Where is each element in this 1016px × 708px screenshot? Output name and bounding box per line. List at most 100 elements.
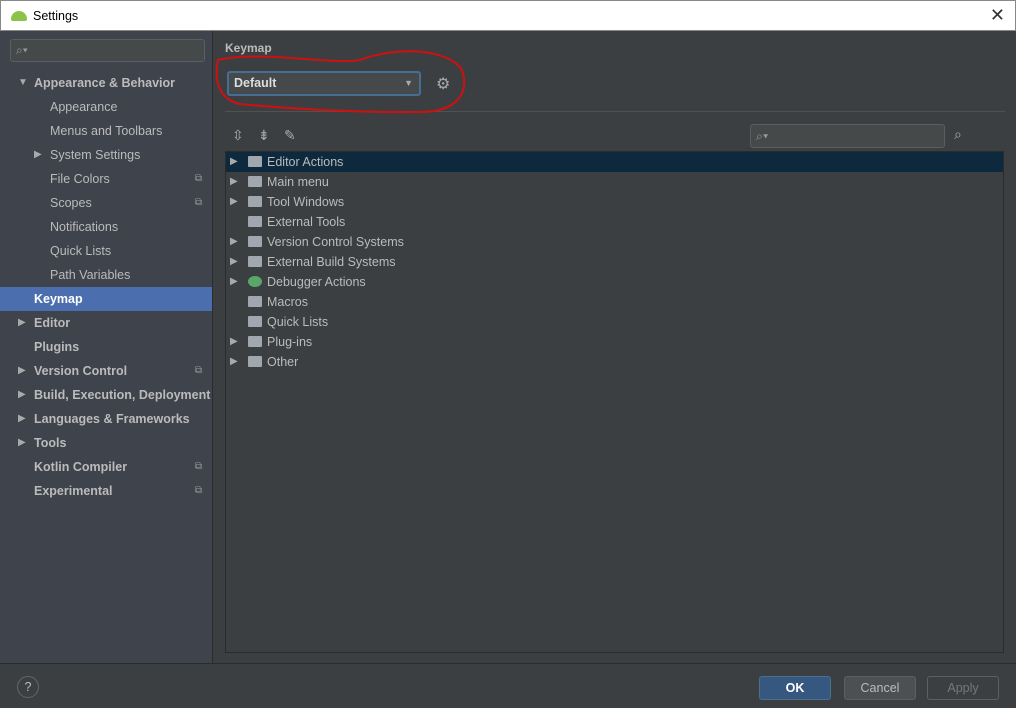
android-logo-icon [11, 10, 27, 21]
tree-row-label: Tool Windows [267, 195, 345, 209]
help-button[interactable]: ? [17, 676, 39, 698]
sidebar-item[interactable]: File Colors ⧉ [0, 167, 212, 191]
tree-row-label: Other [267, 355, 299, 369]
tree-row[interactable]: ▶ Editor Actions [226, 152, 1003, 172]
gear-icon[interactable]: ⚙ [436, 74, 450, 94]
chevron-right-icon[interactable]: ▶ [18, 311, 26, 335]
chevron-right-icon[interactable]: ▶ [230, 332, 238, 352]
tree-row-label: External Tools [267, 215, 346, 229]
folder-icon [248, 156, 262, 167]
sidebar-item-label: Scopes [50, 196, 92, 210]
tree-row-label: Debugger Actions [267, 275, 366, 289]
sidebar-item-label: Build, Execution, Deployment [34, 388, 211, 402]
chevron-right-icon[interactable]: ▶ [18, 359, 26, 383]
tree-row[interactable]: ▶ Plug-ins [226, 332, 1003, 352]
project-scope-icon: ⧉ [194, 485, 202, 496]
sidebar-item[interactable]: ▶ Version Control ⧉ [0, 359, 212, 383]
chevron-right-icon[interactable]: ▶ [230, 152, 238, 172]
chevron-down-icon[interactable]: ▼ [18, 71, 28, 95]
chevron-right-icon[interactable]: ▶ [34, 143, 42, 167]
cancel-button[interactable]: Cancel [844, 676, 916, 700]
folder-icon [248, 176, 262, 187]
project-scope-icon: ⧉ [194, 197, 202, 208]
keymap-select[interactable]: Default ▼ [227, 71, 421, 96]
find-by-shortcut-icon[interactable]: ⌕ [954, 126, 962, 143]
settings-tree: ▼ Appearance & Behavior Appearance Menus an… [0, 71, 212, 503]
sidebar-item[interactable]: ▶ System Settings [0, 143, 212, 167]
tree-row[interactable]: ▶ Other [226, 352, 1003, 372]
chevron-down-icon: ▼ [404, 78, 413, 88]
divider [225, 111, 1005, 112]
chevron-right-icon[interactable]: ▶ [230, 192, 238, 212]
expand-all-icon[interactable]: ⇳ [232, 127, 244, 144]
sidebar-item-label: System Settings [50, 148, 141, 162]
sidebar-item-label: Tools [34, 436, 67, 450]
search-icon: ⌕▾ [16, 43, 28, 57]
edit-pencil-icon[interactable]: ✎ [284, 127, 296, 144]
chevron-right-icon[interactable]: ▶ [230, 172, 238, 192]
sidebar-item-label: Editor [34, 316, 71, 330]
sidebar-item[interactable]: ▶ Editor [0, 311, 212, 335]
ok-button[interactable]: OK [759, 676, 831, 700]
collapse-all-icon[interactable]: ⇟ [258, 127, 270, 144]
sidebar-item-label: Kotlin Compiler [34, 460, 128, 474]
sidebar-item[interactable]: ▼ Appearance & Behavior [0, 71, 212, 95]
chevron-right-icon[interactable]: ▶ [230, 232, 238, 252]
sidebar-item-label: Menus and Toolbars [50, 124, 163, 138]
tree-row[interactable]: ▶ Debugger Actions [226, 272, 1003, 292]
chevron-right-icon[interactable]: ▶ [18, 383, 26, 407]
tree-row[interactable]: ▶ Tool Windows [226, 192, 1003, 212]
sidebar-item-label: Notifications [50, 220, 119, 234]
project-scope-icon: ⧉ [194, 365, 202, 376]
sidebar-item[interactable]: Plugins [0, 335, 212, 359]
sidebar-item[interactable]: Appearance [0, 95, 212, 119]
sidebar-item[interactable]: ▶ Tools [0, 431, 212, 455]
sidebar-item[interactable]: Experimental ⧉ [0, 479, 212, 503]
sidebar-item[interactable]: Quick Lists [0, 239, 212, 263]
chevron-right-icon[interactable]: ▶ [230, 272, 238, 292]
sidebar-item[interactable]: ▶ Languages & Frameworks [0, 407, 212, 431]
chevron-right-icon[interactable]: ▶ [230, 252, 238, 272]
chevron-right-icon[interactable]: ▶ [18, 431, 26, 455]
tree-row[interactable]: Macros [226, 292, 1003, 312]
bug-icon [248, 276, 262, 287]
sidebar-item-label: Version Control [34, 364, 128, 378]
page-title: Keymap [225, 41, 272, 55]
folder-icon [248, 296, 262, 307]
folder-icon [248, 236, 262, 247]
sidebar-item[interactable]: ▶ Build, Execution, Deployment [0, 383, 212, 407]
tree-row[interactable]: ▶ Main menu [226, 172, 1003, 192]
folder-icon [248, 256, 262, 267]
sidebar-item-label: Experimental [34, 484, 113, 498]
sidebar-item[interactable]: Keymap [0, 287, 212, 311]
keymap-select-value: Default [234, 76, 277, 90]
sidebar-item[interactable]: Menus and Toolbars [0, 119, 212, 143]
sidebar-item[interactable]: Path Variables [0, 263, 212, 287]
sidebar-item-label: Languages & Frameworks [34, 412, 190, 426]
folder-icon [248, 356, 262, 367]
folder-icon [248, 216, 262, 227]
sidebar-item-label: Appearance [50, 100, 118, 114]
close-button[interactable]: ✕ [990, 5, 1005, 26]
sidebar-item-label: Path Variables [50, 268, 131, 282]
sidebar-item-label: Plugins [34, 340, 80, 354]
action-search-input[interactable]: ⌕▾ [750, 124, 945, 148]
window-title: Settings [33, 8, 79, 23]
sidebar-item[interactable]: Notifications [0, 215, 212, 239]
sidebar-item[interactable]: Kotlin Compiler ⧉ [0, 455, 212, 479]
sidebar-item-label: Keymap [34, 292, 83, 306]
apply-button[interactable]: Apply [927, 676, 999, 700]
sidebar-item[interactable]: Scopes ⧉ [0, 191, 212, 215]
tree-row[interactable]: External Tools [226, 212, 1003, 232]
tree-row[interactable]: Quick Lists [226, 312, 1003, 332]
chevron-right-icon[interactable]: ▶ [230, 352, 238, 372]
sidebar-item-label: Appearance & Behavior [34, 76, 176, 90]
project-scope-icon: ⧉ [194, 173, 202, 184]
chevron-right-icon[interactable]: ▶ [18, 407, 26, 431]
folder-icon [248, 316, 262, 327]
tree-row[interactable]: ▶ External Build Systems [226, 252, 1003, 272]
tree-row[interactable]: ▶ Version Control Systems [226, 232, 1003, 252]
tree-row-label: Main menu [267, 175, 329, 189]
settings-search-input[interactable]: ⌕▾ [10, 39, 205, 62]
keymap-actions-tree: ▶ Editor Actions ▶ Main menu ▶ Tool Windows Ex… [225, 151, 1004, 653]
